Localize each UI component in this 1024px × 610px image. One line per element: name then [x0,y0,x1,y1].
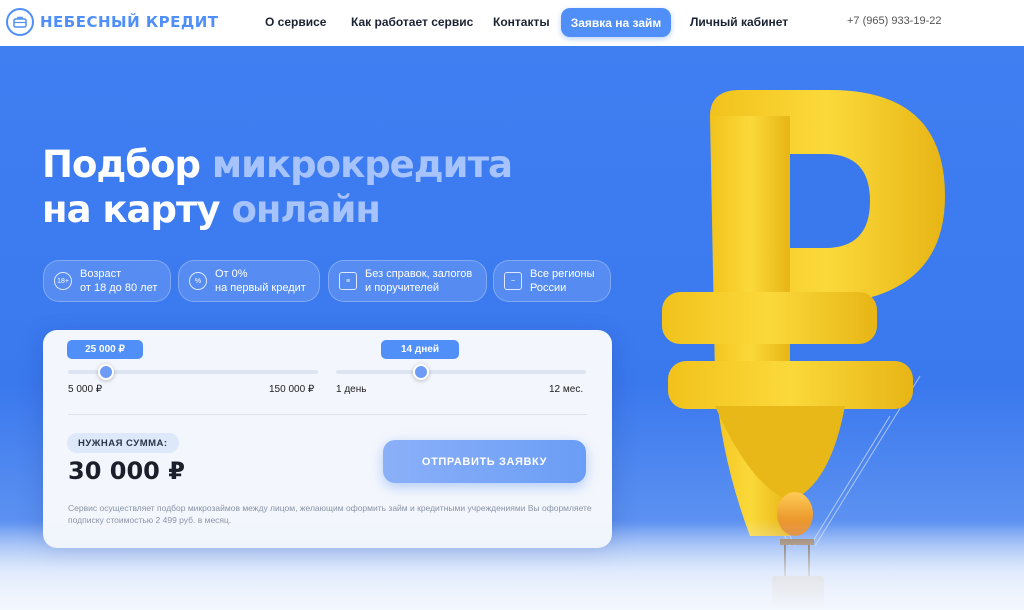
title-line1-plain: Подбор [42,143,212,186]
phone-number[interactable]: +7 (965) 933-19-22 [847,15,941,27]
submit-application-button[interactable]: ОТПРАВИТЬ ЗАЯВКУ [383,440,586,483]
feature-age-line2: от 18 до 80 лет [80,282,158,294]
feature-rate-line2: на первый кредит [215,282,306,294]
feature-age-line1: Возраст [80,268,122,280]
logo-text: НЕБЕСНЫЙ КРЕДИТ [40,13,219,31]
term-value-tag: 14 дней [381,340,459,359]
logo[interactable]: НЕБЕСНЫЙ КРЕДИТ [6,8,219,36]
document-icon: ≡ [339,272,357,290]
nav-how-it-works[interactable]: Как работает сервис [351,15,473,29]
amount-min-label: 5 000 ₽ [68,384,103,395]
term-max-label: 12 мес. [549,384,584,395]
hero-title: Подбор микрокредита на карту онлайн [42,142,513,232]
title-line2-accent: онлайн [231,188,381,231]
card-divider [68,414,587,415]
title-line1-accent: микрокредита [211,143,513,186]
term-min-label: 1 день [336,384,367,395]
site-header: НЕБЕСНЫЙ КРЕДИТ О сервисе Как работает с… [0,0,1024,46]
term-slider-handle[interactable] [413,364,429,380]
percent-icon: % [189,272,207,290]
calculator-card: 25 000 ₽ 5 000 ₽ 150 000 ₽ 14 дней 1 ден… [43,330,612,548]
nav-contacts[interactable]: Контакты [493,15,550,29]
nav-cabinet[interactable]: Личный кабинет [690,15,788,29]
russia-map-icon: ~ [504,272,522,290]
feature-rate: % От 0% на первый кредит [178,260,320,302]
amount-value-tag: 25 000 ₽ [67,340,143,359]
title-line2-plain: на карту [42,188,232,231]
briefcase-icon [6,8,34,36]
feature-age: 18+ Возраст от 18 до 80 лет [43,260,171,302]
feature-regions: ~ Все регионы России [493,260,611,302]
total-amount: 30 000 ₽ [68,457,185,485]
feature-no-docs: ≡ Без справок, залогов и поручителей [328,260,487,302]
amount-slider-handle[interactable] [97,364,114,380]
term-slider-track[interactable] [336,370,586,374]
nav-about[interactable]: О сервисе [265,15,326,29]
feature-no-docs-line1: Без справок, залогов [365,268,473,280]
feature-regions-line2: России [530,282,567,294]
need-amount-label: НУЖНАЯ СУММА: [67,433,179,453]
nav-apply-button[interactable]: Заявка на займ [561,8,671,37]
18-plus-icon: 18+ [54,272,72,290]
feature-rate-line1: От 0% [215,268,248,280]
feature-no-docs-line2: и поручителей [365,282,439,294]
amount-max-label: 150 000 ₽ [269,384,315,395]
feature-regions-line1: Все регионы [530,268,595,280]
hero-section: Подбор микрокредита на карту онлайн 18+ … [0,46,1024,610]
hero-bottom-fade [0,520,1024,610]
